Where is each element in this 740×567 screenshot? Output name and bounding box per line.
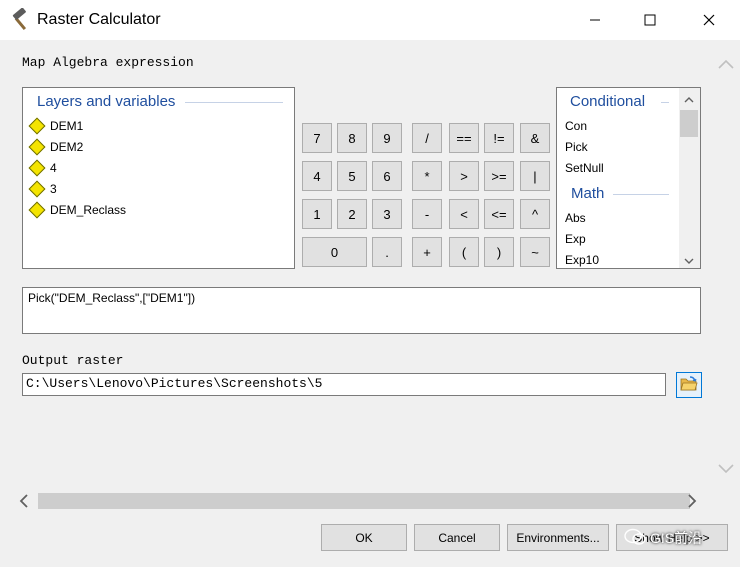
key-divide[interactable]: / <box>412 123 442 153</box>
dialog-horizontal-scrollbar[interactable] <box>16 490 712 512</box>
dialog-vertical-scrollbar[interactable] <box>714 40 738 488</box>
cancel-button[interactable]: Cancel <box>414 524 500 551</box>
key-and[interactable]: & <box>520 123 550 153</box>
browse-button[interactable] <box>676 372 702 398</box>
layer-diamond-icon <box>28 138 46 156</box>
functions-scroll-thumb[interactable] <box>680 110 698 137</box>
chevron-up-icon[interactable] <box>684 92 694 106</box>
layer-item[interactable]: DEM1 <box>28 117 84 135</box>
layer-label: 4 <box>50 161 57 175</box>
key-2[interactable]: 2 <box>337 199 367 229</box>
layer-label: 3 <box>50 182 57 196</box>
key-1[interactable]: 1 <box>302 199 332 229</box>
function-item[interactable]: Abs <box>565 211 586 225</box>
layer-diamond-icon <box>28 201 46 219</box>
function-item[interactable]: Exp <box>565 232 586 246</box>
expression-label: Map Algebra expression <box>22 55 194 70</box>
layer-item[interactable]: DEM2 <box>28 138 84 156</box>
layer-item[interactable]: DEM_Reclass <box>28 201 127 219</box>
key-9[interactable]: 9 <box>372 123 402 153</box>
layers-list[interactable]: Layers and variables DEM1 DEM2 4 3 DEM_R… <box>22 87 295 269</box>
layer-diamond-icon <box>28 180 46 198</box>
functions-scrollbar[interactable] <box>679 88 700 268</box>
key-8[interactable]: 8 <box>337 123 367 153</box>
ok-button[interactable]: OK <box>321 524 407 551</box>
key-multiply[interactable]: * <box>412 161 442 191</box>
chevron-down-icon[interactable] <box>717 463 735 477</box>
wechat-logo <box>624 528 646 549</box>
close-button[interactable] <box>686 0 732 40</box>
output-raster-input[interactable]: C:\Users\Lenovo\Pictures\Screenshots\5 <box>22 373 666 396</box>
output-raster-label: Output raster <box>22 353 124 368</box>
function-item[interactable]: Exp10 <box>565 253 599 267</box>
math-group-title: Math <box>571 185 605 202</box>
chevron-right-icon[interactable] <box>687 494 697 511</box>
hammer-icon <box>10 7 34 32</box>
key-close-paren[interactable]: ) <box>484 237 514 267</box>
key-not-equal[interactable]: != <box>484 123 514 153</box>
key-xor[interactable]: ^ <box>520 199 550 229</box>
key-less[interactable]: < <box>449 199 479 229</box>
layer-item[interactable]: 3 <box>28 180 57 198</box>
key-less-equal[interactable]: <= <box>484 199 514 229</box>
title-bar[interactable]: Raster Calculator <box>0 0 740 40</box>
key-open-paren[interactable]: ( <box>449 237 479 267</box>
layers-group-title: Layers and variables <box>37 93 176 110</box>
function-item[interactable]: Pick <box>565 140 588 154</box>
maximize-button[interactable] <box>627 0 673 40</box>
expression-textbox[interactable]: Pick("DEM_Reclass",["DEM1"]) <box>22 287 701 334</box>
layer-diamond-icon <box>28 117 46 135</box>
layers-group-divider <box>185 102 283 103</box>
layer-label: DEM_Reclass <box>50 203 127 217</box>
math-group-divider <box>613 194 669 195</box>
window-title: Raster Calculator <box>37 11 161 28</box>
key-greater-equal[interactable]: >= <box>484 161 514 191</box>
key-4[interactable]: 4 <box>302 161 332 191</box>
layer-label: DEM1 <box>50 119 84 133</box>
key-5[interactable]: 5 <box>337 161 367 191</box>
functions-list[interactable]: Conditional Con Pick SetNull Math Abs Ex… <box>556 87 701 269</box>
key-3[interactable]: 3 <box>372 199 402 229</box>
chevron-down-icon[interactable] <box>684 254 694 268</box>
chevron-up-icon[interactable] <box>717 58 735 72</box>
horizontal-scroll-thumb[interactable] <box>38 493 690 509</box>
layer-diamond-icon <box>28 159 46 177</box>
minimize-icon <box>589 14 601 26</box>
layer-item[interactable]: 4 <box>28 159 57 177</box>
key-6[interactable]: 6 <box>372 161 402 191</box>
raster-calculator-window: Raster Calculator Map Algebra expression… <box>0 0 740 567</box>
conditional-group-divider <box>661 102 669 103</box>
conditional-group-title: Conditional <box>570 93 646 110</box>
environments-button[interactable]: Environments... <box>507 524 609 551</box>
key-or[interactable]: | <box>520 161 550 191</box>
folder-open-icon <box>680 375 698 395</box>
close-icon <box>703 14 715 26</box>
key-not[interactable]: ~ <box>520 237 550 267</box>
key-equal[interactable]: == <box>449 123 479 153</box>
key-0[interactable]: 0 <box>302 237 367 267</box>
chevron-left-icon[interactable] <box>19 494 29 511</box>
function-item[interactable]: Con <box>565 119 587 133</box>
key-plus[interactable]: + <box>412 237 442 267</box>
key-greater[interactable]: > <box>449 161 479 191</box>
key-decimal[interactable]: . <box>372 237 402 267</box>
maximize-icon <box>644 14 656 26</box>
watermark: GIS前沿 <box>624 524 702 552</box>
function-item[interactable]: SetNull <box>565 161 604 175</box>
key-minus[interactable]: - <box>412 199 442 229</box>
layer-label: DEM2 <box>50 140 84 154</box>
minimize-button[interactable] <box>572 0 618 40</box>
key-7[interactable]: 7 <box>302 123 332 153</box>
watermark-text: GIS前沿 <box>650 530 703 546</box>
